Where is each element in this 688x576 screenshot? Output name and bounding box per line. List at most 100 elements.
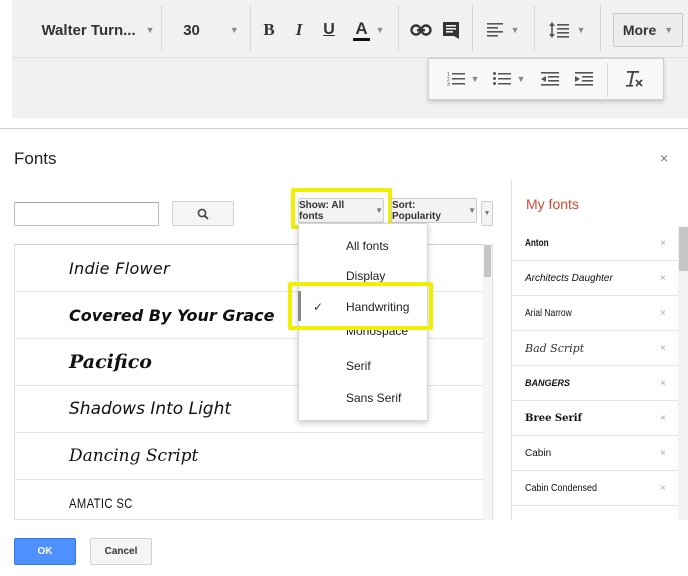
italic-button[interactable]: I	[288, 14, 310, 46]
font-size-dropdown[interactable]: 30 ▼	[172, 14, 250, 46]
comment-button[interactable]	[438, 14, 464, 46]
remove-icon[interactable]: ×	[660, 483, 666, 494]
font-list-item-label: Dancing Script	[69, 446, 199, 466]
bold-button[interactable]: B	[258, 14, 280, 46]
bulleted-list-icon	[492, 72, 511, 85]
cancel-button[interactable]: Cancel	[90, 538, 152, 565]
menu-item-label: Display	[346, 269, 386, 283]
sort-button[interactable]: Sort: Popularity ▼	[391, 198, 477, 223]
chevron-down-icon: ▼	[516, 74, 526, 84]
underline-button[interactable]: U	[318, 14, 340, 46]
my-font-item[interactable]: BANGERS ×	[512, 366, 678, 401]
my-font-label: Bree Serif	[525, 412, 582, 424]
sort-direction-button[interactable]: ▼	[481, 201, 493, 226]
highlight-box	[288, 282, 433, 330]
increase-indent-button[interactable]	[571, 65, 597, 93]
chevron-down-icon: ▼	[483, 210, 491, 217]
my-font-label: Architects Daughter	[525, 272, 613, 284]
font-search-input[interactable]	[14, 202, 159, 226]
fonts-dialog: Fonts × Show: All fonts ▼ Sort: Populari…	[0, 128, 688, 576]
more-button[interactable]: More ▼	[613, 13, 683, 47]
remove-icon[interactable]: ×	[660, 448, 666, 459]
toolbar-divider	[250, 6, 251, 52]
increase-indent-icon	[575, 72, 593, 86]
italic-icon: I	[295, 20, 303, 39]
font-list-item-label: Shadows Into Light	[69, 399, 232, 419]
remove-icon[interactable]: ×	[660, 378, 666, 389]
menu-item-display[interactable]: Display	[299, 261, 429, 283]
my-font-label: Cabin Condensed	[525, 482, 598, 494]
svg-text:3: 3	[447, 82, 450, 87]
my-font-label: Bad Script	[525, 341, 585, 355]
my-font-label: BANGERS	[525, 378, 571, 388]
my-font-item[interactable]: Anton ×	[512, 226, 678, 261]
link-button[interactable]	[406, 14, 436, 46]
clear-formatting-button[interactable]	[619, 65, 649, 93]
line-spacing-dropdown[interactable]: ▼	[542, 14, 592, 46]
chevron-down-icon: ▼	[375, 25, 385, 35]
toolbar-divider	[398, 6, 399, 52]
my-fonts-panel: My fonts Anton × Architects Daughter × A…	[511, 180, 688, 520]
more-tools-popup: 1 2 3 ▼ ▼	[428, 58, 664, 100]
ok-button[interactable]: OK	[14, 538, 76, 565]
toolbar-divider	[607, 63, 608, 97]
line-spacing-icon	[548, 22, 569, 38]
search-icon	[197, 208, 209, 220]
font-family-dropdown[interactable]: Walter Turn... ▼	[34, 14, 162, 46]
menu-item-label: Serif	[346, 359, 371, 373]
my-font-item[interactable]: Arial Narrow ×	[512, 296, 678, 331]
align-dropdown[interactable]: ▼	[480, 14, 526, 46]
toolbar-divider	[161, 6, 162, 52]
remove-icon[interactable]: ×	[660, 238, 666, 249]
bulleted-list-dropdown[interactable]: ▼	[489, 65, 529, 93]
remove-icon[interactable]: ×	[660, 343, 666, 354]
font-list-scrollbar[interactable]	[483, 244, 492, 520]
my-font-item[interactable]: Bree Serif ×	[512, 401, 678, 436]
decrease-indent-button[interactable]	[537, 65, 563, 93]
my-fonts-title: My fonts	[526, 196, 579, 212]
remove-icon[interactable]: ×	[660, 308, 666, 319]
underline-icon: U	[323, 21, 335, 38]
remove-icon[interactable]: ×	[660, 413, 666, 424]
sort-label: Sort: Popularity	[392, 199, 441, 222]
my-font-item[interactable]: Bad Script ×	[512, 331, 678, 366]
font-list-item[interactable]: AMATIC SC	[15, 480, 492, 519]
my-font-label: Anton	[525, 237, 549, 249]
chevron-down-icon: ▼	[229, 25, 239, 35]
close-icon[interactable]: ×	[660, 150, 668, 166]
clear-formatting-icon	[626, 71, 643, 87]
align-left-icon	[486, 23, 503, 37]
font-list-item-label: Indie Flower	[69, 258, 170, 278]
menu-item-all-fonts[interactable]: All fonts	[299, 231, 429, 261]
toolbar-divider	[600, 6, 601, 52]
search-button[interactable]	[172, 201, 234, 226]
link-icon	[410, 24, 432, 36]
more-label: More	[622, 22, 657, 38]
font-list-item-label: AMATIC SC	[69, 495, 133, 511]
remove-icon[interactable]: ×	[660, 273, 666, 284]
font-list-scrollbar-thumb[interactable]	[484, 245, 491, 277]
font-list-item-label: Covered By Your Grace	[69, 305, 275, 325]
my-font-label: Cabin	[525, 447, 552, 459]
bold-icon: B	[263, 20, 275, 39]
text-color-icon: A	[353, 19, 370, 41]
decrease-indent-icon	[541, 72, 559, 86]
menu-item-label: All fonts	[346, 239, 389, 253]
numbered-list-dropdown[interactable]: 1 2 3 ▼	[443, 65, 483, 93]
dialog-title: Fonts	[14, 149, 57, 168]
my-font-item[interactable]: Architects Daughter ×	[512, 261, 678, 296]
text-color-button[interactable]: A ▼	[346, 14, 392, 46]
font-list-item-label: Pacifico	[69, 351, 152, 373]
my-font-item[interactable]: Cabin ×	[512, 436, 678, 471]
my-fonts-scrollbar-thumb[interactable]	[679, 227, 688, 271]
toolbar-divider	[472, 6, 473, 52]
menu-item-serif[interactable]: Serif	[299, 351, 429, 381]
comment-icon	[443, 22, 459, 39]
menu-item-sans-serif[interactable]: Sans Serif	[299, 383, 429, 413]
editor-toolbar-area: Walter Turn... ▼ 30 ▼ B I U A ▼ ▼ ▼ More…	[0, 0, 688, 120]
my-font-item[interactable]: Cabin Condensed ×	[512, 471, 678, 506]
font-list-item[interactable]: Dancing Script	[15, 433, 492, 480]
chevron-down-icon: ▼	[576, 25, 586, 35]
my-font-label: Arial Narrow	[525, 307, 572, 319]
font-family-value: Walter Turn...	[41, 21, 136, 39]
